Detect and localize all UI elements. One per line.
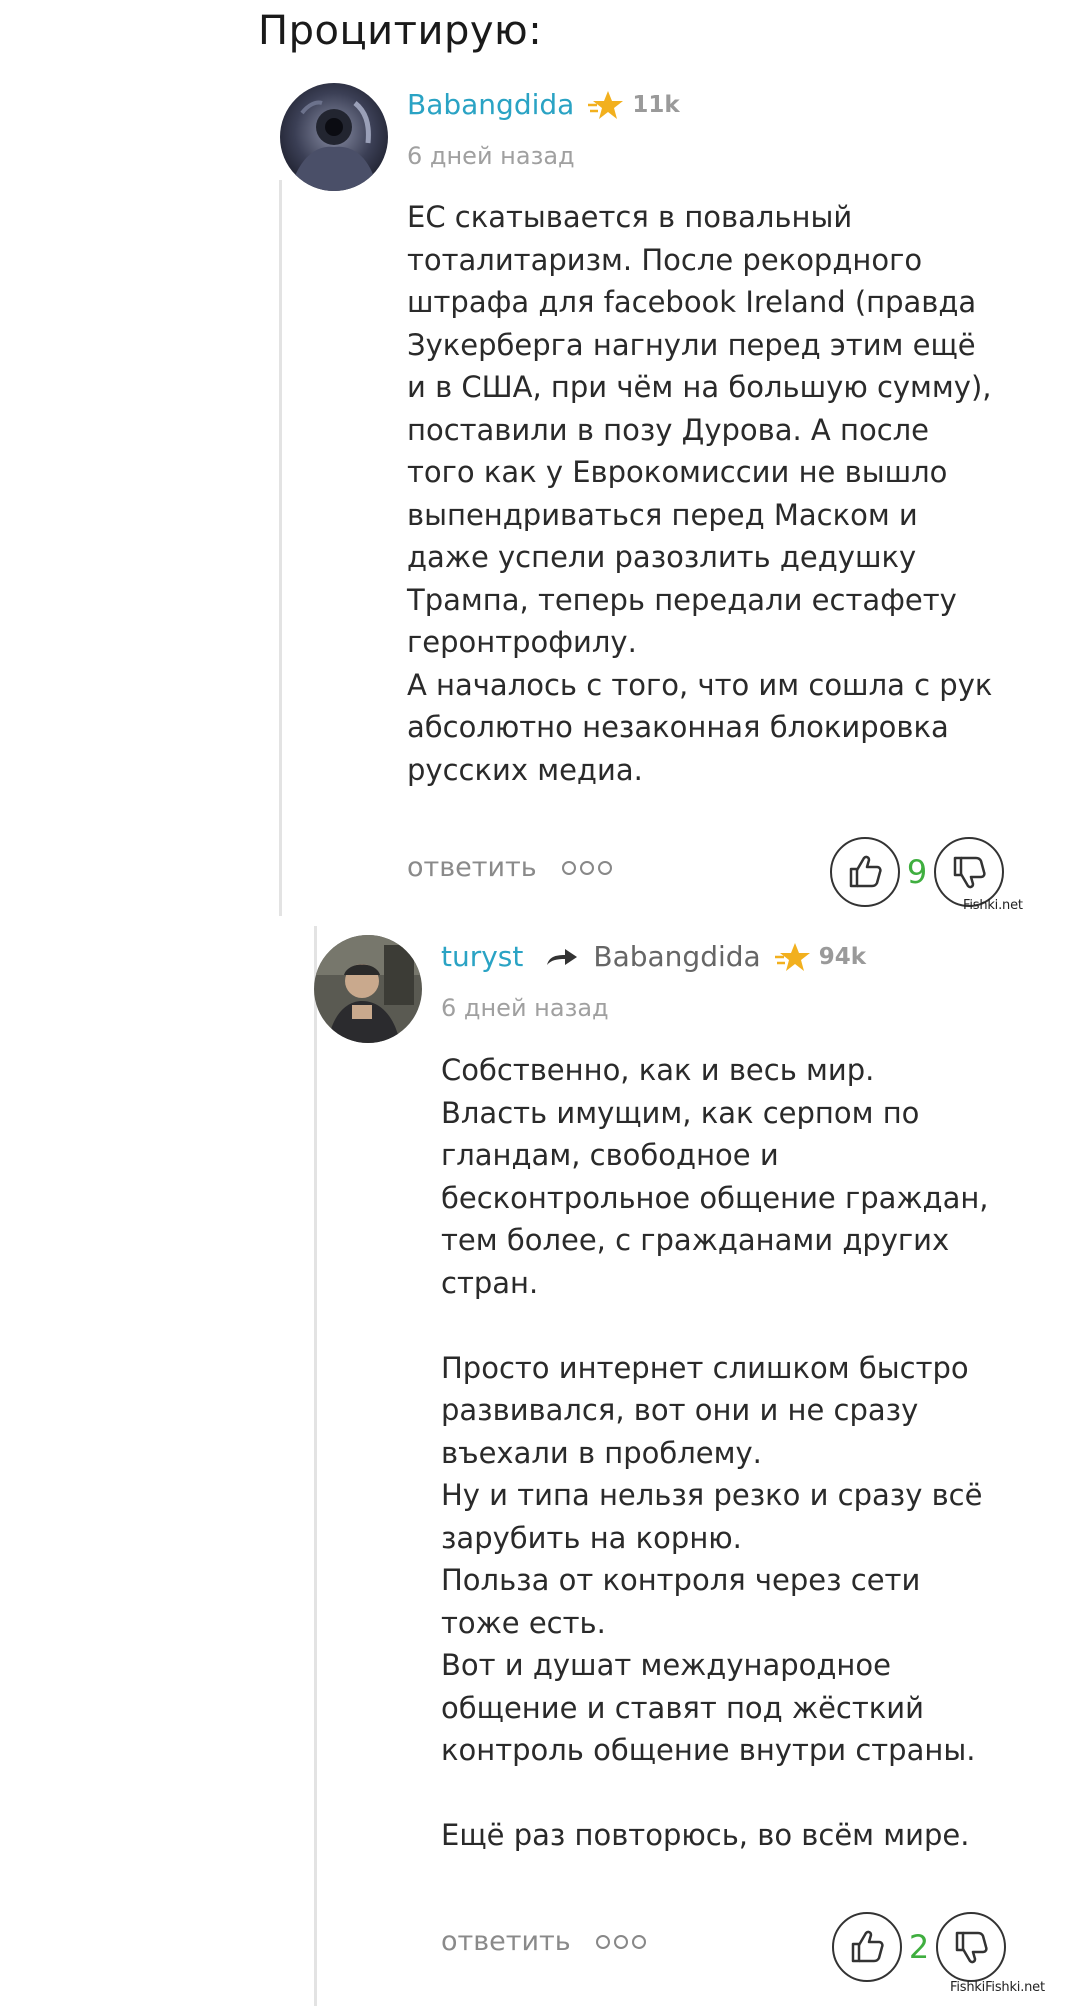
thumbs-down-icon [953,856,986,889]
reply-arrow-icon [545,945,579,969]
thumbs-down-icon [955,1931,988,1964]
thumbs-up-button[interactable] [830,837,900,907]
vote-count: 2 [908,1928,930,1966]
user-avatar-icon [280,83,388,191]
watermark: FishkiFishki.net [950,1980,1045,1995]
vote-group: 9 [830,837,1004,907]
thread-line-reply [314,926,317,2006]
comment-body: Собственно, как и весь мир. Власть имущи… [441,1053,989,1852]
thumbs-down-button[interactable] [934,837,1004,907]
user-avatar-icon [314,935,422,1043]
thumbs-up-button[interactable] [832,1912,902,1982]
watermark: Fishki.net [963,898,1023,913]
avatar[interactable] [280,83,388,191]
reply-button[interactable]: ответить [441,1926,571,1957]
more-dots-icon[interactable] [561,859,613,877]
reply-button[interactable]: ответить [407,852,537,883]
author-name[interactable]: turyst [441,940,523,973]
timestamp: 6 дней назад [407,142,575,170]
thumbs-up-icon [849,855,882,888]
timestamp: 6 дней назад [441,994,609,1022]
star-icon [586,89,626,121]
author-row: turyst Babangdida 94k [441,940,866,973]
thumbs-up-icon [851,1930,884,1963]
thumbs-down-button[interactable] [936,1912,1006,1982]
vote-count: 9 [906,853,928,891]
author-name[interactable]: Babangdida [407,88,574,121]
vote-group: 2 [832,1912,1006,1982]
reply-target[interactable]: Babangdida [593,940,760,973]
comment-actions: ответить [407,852,613,883]
author-row: Babangdida 11k [407,88,680,121]
more-dots-icon[interactable] [595,1933,647,1951]
thread-line-outer [279,180,282,916]
user-rating: 11k [632,91,680,118]
quote-heading: Процитирую: [258,8,543,54]
comment-actions: ответить [441,1926,647,1957]
comment-body: ЕС скатывается в повальный тоталитаризм.… [407,200,993,787]
avatar[interactable] [314,935,422,1043]
user-rating: 94k [818,943,866,970]
star-icon [773,941,813,973]
